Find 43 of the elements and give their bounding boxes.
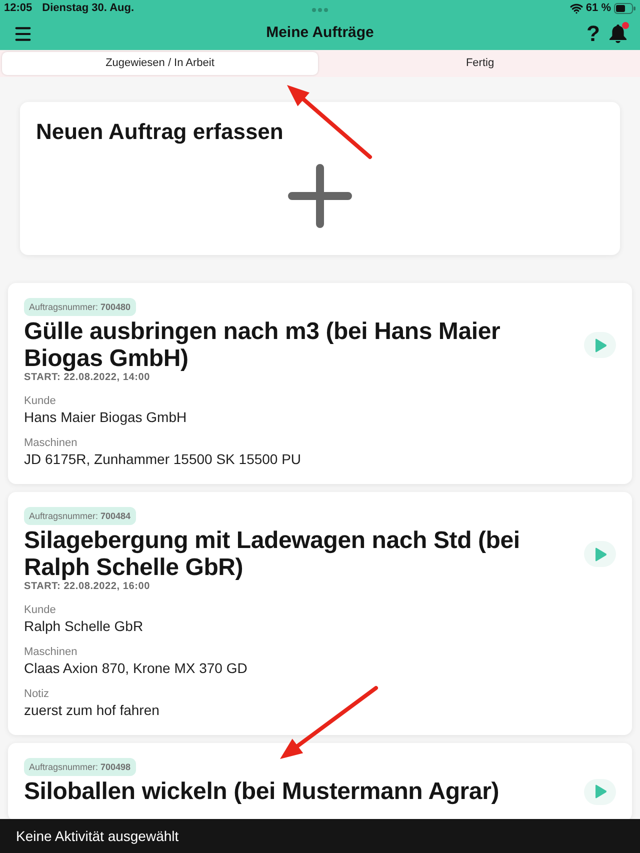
field-label: Kunde [24, 394, 57, 408]
start-button[interactable] [584, 332, 616, 358]
field-label: Notiz [24, 687, 50, 701]
field-label: Maschinen [24, 436, 78, 450]
order-card[interactable] [8, 492, 632, 735]
start-time: START: 22.08.2022, 16:00 [24, 581, 151, 593]
field-label: Maschinen [24, 645, 78, 659]
order-card[interactable]: Auftragsnummer: 700480 Gülle ausbringen nach m3 (bei Hans Maier Biogas GmbH) START: 22.08.2022, 14:00 Kunde Hans Maier Biogas GmbH Maschinen JD 6175R, Zunhammer 15500 SK 15500 PU [8, 283, 632, 484]
page-title: Meine Aufträge [266, 23, 374, 44]
field-label: Kunde [24, 603, 57, 617]
order-number-badge: Auftragsnummer: 700484 [24, 507, 136, 525]
more-dots-icon [312, 8, 328, 12]
order-number-badge: Auftragsnummer: 700498 [24, 758, 136, 776]
order-card[interactable]: Auftragsnummer: 700498 Siloballen wickeln (bei Mustermann Agrar) [8, 743, 632, 819]
new-order-card[interactable]: Neuen Auftrag erfassen [20, 102, 620, 255]
plus-icon [288, 164, 352, 228]
play-icon [594, 546, 606, 562]
tab[interactable]: Zugewiesen / In Arbeit [2, 52, 318, 75]
start-button[interactable] [584, 778, 616, 804]
status-date: Dienstag 30. Aug. [42, 1, 134, 16]
notifications-button[interactable] [609, 24, 627, 43]
field-value: Claas Axion 870, Krone MX 370 GD [24, 659, 248, 677]
status-time: 12:05 [4, 1, 32, 16]
order-title: Gülle ausbringen nach m3 (bei Hans Maier Biogas GmbH) [24, 318, 502, 372]
activity-status: Keine Aktivität ausgewählt [16, 826, 179, 846]
order-number-badge: Auftragsnummer: 700480 [24, 298, 136, 316]
field-value: Ralph Schelle GbR [24, 617, 144, 635]
bell-icon [609, 24, 627, 43]
order-title: Silagebergung mit Ladewagen nach Std (bei Ralph Schelle GbR) [24, 527, 521, 581]
field-value: zuerst zum hof fahren [24, 701, 160, 719]
order-title: Siloballen wickeln (bei Mustermann Agrar) [24, 778, 500, 805]
start-time: START: 22.08.2022, 14:00 [24, 372, 151, 384]
tab[interactable]: Fertig [322, 52, 638, 75]
battery-icon [614, 3, 636, 14]
start-button[interactable] [584, 541, 616, 567]
field-value: Hans Maier Biogas GmbH [24, 408, 188, 426]
field-value: JD 6175R, Zunhammer 15500 SK 15500 PU [24, 450, 302, 468]
help-button[interactable]: ? [586, 22, 600, 46]
play-icon [594, 338, 606, 352]
battery-percent: 61 % [586, 1, 611, 16]
new-order-title: Neuen Auftrag erfassen [36, 119, 284, 145]
wifi-icon [570, 2, 583, 15]
play-icon [594, 784, 606, 799]
